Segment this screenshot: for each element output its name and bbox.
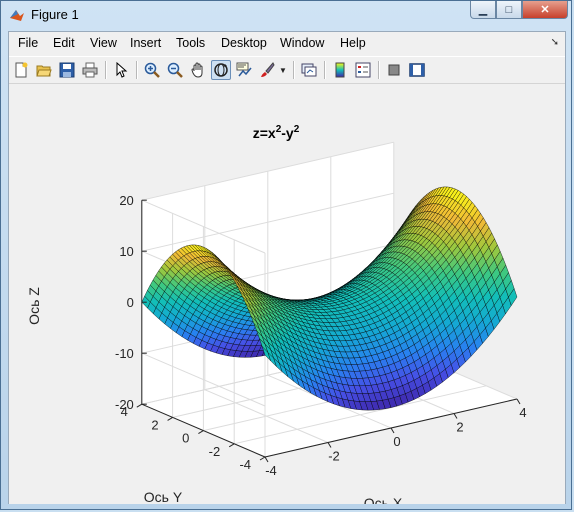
chart-title: z=x2-y2 <box>253 124 300 141</box>
z-tick-label: -20 <box>115 397 134 412</box>
colorbar-icon <box>335 62 345 78</box>
brush-button[interactable] <box>257 60 277 80</box>
pan-icon <box>191 62 203 78</box>
open-file-button[interactable] <box>34 60 54 80</box>
z-tick-label: 0 <box>127 295 134 310</box>
x-tick <box>453 413 458 419</box>
y-tick-label: 2 <box>151 417 158 432</box>
new-figure-button[interactable] <box>11 60 31 80</box>
zoom-in-button[interactable] <box>142 60 162 80</box>
minimize-icon: ▁ <box>478 4 488 16</box>
print-button[interactable] <box>80 60 100 80</box>
toolbar-separator <box>293 61 295 79</box>
toolbar-separator <box>136 61 138 79</box>
close-icon: ✕ <box>540 4 550 16</box>
toolbar-separator <box>378 61 380 79</box>
insert-colorbar-button[interactable] <box>330 60 350 80</box>
z-tick-label: 20 <box>119 193 133 208</box>
zoom-in-icon <box>144 62 160 78</box>
x-tick-label: -4 <box>265 463 277 478</box>
figure-client-area: File Edit View Insert Tools Desktop Wind… <box>8 31 566 504</box>
z-axis-label: Ось Z <box>26 287 42 325</box>
x-tick-label: 0 <box>393 434 400 449</box>
matlab-logo-icon <box>10 10 24 21</box>
menu-file[interactable]: File <box>18 36 38 50</box>
surface-plot[interactable]: -4-2024-4-2024-20-1001020 z=x2-y2 Ось X … <box>9 84 565 504</box>
plot-area[interactable]: -4 -2 0 2 4 -4 -2 0 2 4 -20 -10 0 10 20 z=x2-y2 Ось X … <box>9 84 565 504</box>
x-tick <box>516 398 521 405</box>
y-tick <box>259 456 266 461</box>
open-file-icon <box>36 65 52 77</box>
menu-edit[interactable]: Edit <box>53 36 75 50</box>
x-tick <box>390 427 395 434</box>
menu-insert[interactable]: Insert <box>130 36 161 50</box>
x-tick <box>264 456 269 463</box>
pan-button[interactable] <box>188 60 208 80</box>
zoom-out-icon <box>167 62 183 78</box>
title-bar[interactable]: Figure 1 ▁ □ ✕ <box>1 1 573 29</box>
x-axis-label: Ось X <box>364 495 403 504</box>
data-cursor-button[interactable] <box>234 60 254 80</box>
x-tick-label: 4 <box>519 405 526 420</box>
data-cursor-icon <box>236 62 252 77</box>
y-tick <box>136 403 143 408</box>
toolbar-separator <box>105 61 107 79</box>
x-tick <box>327 442 332 448</box>
window-title: Figure 1 <box>31 7 79 22</box>
y-tick-label: -2 <box>209 444 221 459</box>
menu-bar: File Edit View Insert Tools Desktop Wind… <box>9 32 565 54</box>
y-axis-label: Ось Y <box>144 489 183 504</box>
menu-window[interactable]: Window <box>280 36 324 50</box>
rotate-3d-icon <box>214 63 228 77</box>
link-plot-icon <box>301 63 317 77</box>
y-tick-label: -4 <box>239 457 251 472</box>
toolbar-separator <box>324 61 326 79</box>
hide-plot-tools-icon <box>388 64 400 76</box>
y-tick <box>228 443 235 448</box>
menu-dock-arrow-icon[interactable]: ➘ <box>551 37 559 48</box>
minimize-button[interactable]: ▁ <box>470 1 496 19</box>
x-tick-label: 2 <box>456 420 463 435</box>
menu-desktop[interactable]: Desktop <box>221 36 267 50</box>
pointer-icon <box>116 62 128 78</box>
link-plot-button[interactable] <box>299 60 319 80</box>
brush-icon <box>261 62 275 77</box>
y-tick <box>198 430 204 435</box>
z-tick-label: -10 <box>115 346 134 361</box>
figure-window: Figure 1 ▁ □ ✕ File Edit View Insert Too… <box>0 0 572 510</box>
x-tick-label: -2 <box>328 449 340 464</box>
show-plot-tools-button[interactable] <box>407 60 427 80</box>
zoom-out-button[interactable] <box>165 60 185 80</box>
hide-plot-tools-button[interactable] <box>384 60 404 80</box>
show-plot-tools-icon <box>409 63 425 77</box>
menu-tools[interactable]: Tools <box>176 36 205 50</box>
legend-icon <box>355 62 371 78</box>
new-figure-icon <box>15 62 28 78</box>
edit-plot-button[interactable] <box>111 60 131 80</box>
maximize-icon: □ <box>505 3 513 16</box>
print-icon <box>82 62 98 78</box>
brush-dropdown-icon: ▼ <box>279 65 287 75</box>
menu-help[interactable]: Help <box>340 36 366 50</box>
rotate-3d-button[interactable] <box>211 60 231 80</box>
brush-dropdown-button[interactable]: ▼ <box>277 60 289 80</box>
menu-view[interactable]: View <box>90 36 117 50</box>
save-button[interactable] <box>57 60 77 80</box>
insert-legend-button[interactable] <box>353 60 373 80</box>
y-tick-label: 0 <box>182 431 189 446</box>
z-tick-label: 10 <box>119 244 133 259</box>
maximize-button[interactable]: □ <box>496 1 522 19</box>
save-icon <box>59 62 75 78</box>
figure-toolbar: ▼ <box>9 56 565 84</box>
close-button[interactable]: ✕ <box>522 1 568 19</box>
y-tick <box>167 416 173 421</box>
